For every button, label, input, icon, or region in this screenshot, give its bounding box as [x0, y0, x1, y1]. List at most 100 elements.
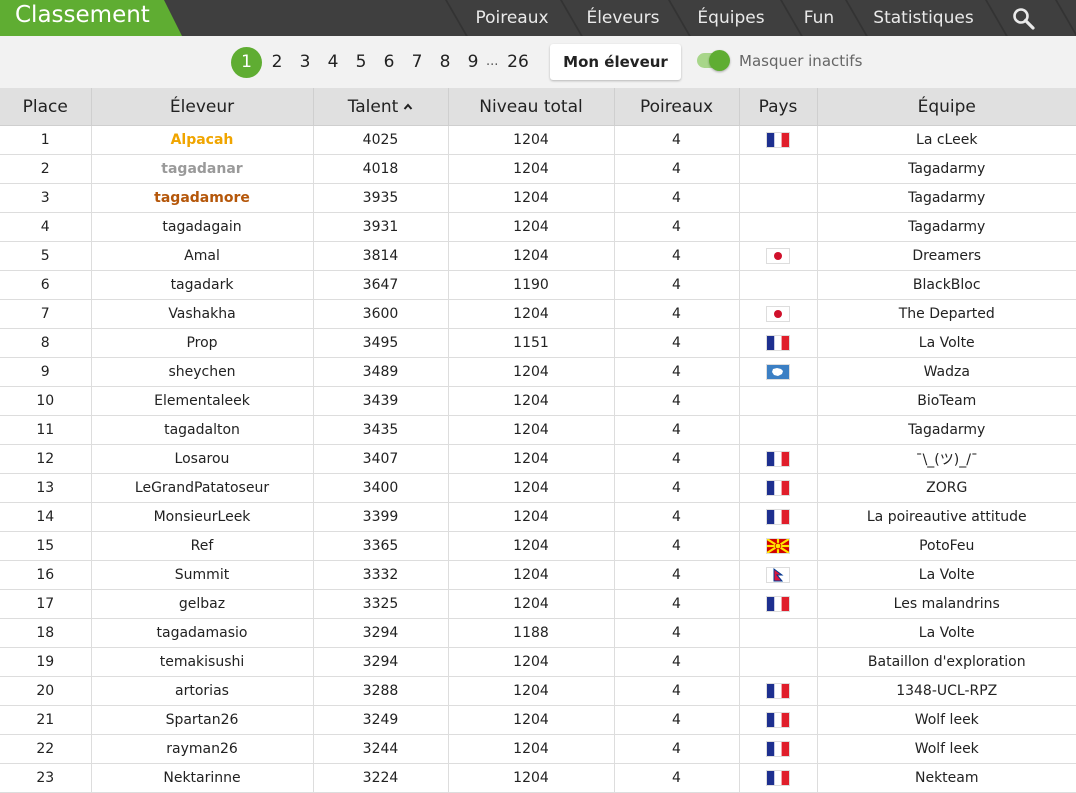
cell-country — [739, 328, 818, 358]
cell-breeder-link[interactable]: gelbaz — [91, 589, 314, 619]
page-6[interactable]: 6 — [377, 50, 401, 74]
cell-leek-count: 4 — [614, 212, 740, 242]
search-button[interactable] — [1000, 0, 1048, 36]
cell-breeder-link[interactable]: Nektarinne — [91, 763, 314, 793]
table-row: 17 gelbaz 3325 1204 4 Les malandrins — [0, 589, 1076, 619]
cell-team-link[interactable]: La Volte — [817, 560, 1076, 590]
cell-breeder-link[interactable]: Alpacah — [91, 125, 314, 155]
hide-inactive-toggle[interactable] — [697, 50, 730, 71]
cell-breeder-link[interactable]: rayman26 — [91, 734, 314, 764]
japan-flag-icon — [766, 306, 790, 322]
cell-breeder-link[interactable]: tagadamore — [91, 183, 314, 213]
nav-equipes[interactable]: Équipes — [683, 0, 779, 36]
page-3[interactable]: 3 — [293, 50, 317, 74]
cell-team-link[interactable]: Bataillon d'exploration — [817, 647, 1076, 677]
cell-breeder-link[interactable]: tagadark — [91, 270, 314, 300]
nav-fun[interactable]: Fun — [793, 0, 845, 36]
cell-team-link[interactable]: Dreamers — [817, 241, 1076, 271]
cell-breeder-link[interactable]: temakisushi — [91, 647, 314, 677]
cell-talent: 3332 — [313, 560, 449, 590]
column-header-talent[interactable]: Talent — [313, 88, 449, 126]
cell-breeder-link[interactable]: MonsieurLeek — [91, 502, 314, 532]
page-9[interactable]: 9 — [461, 50, 485, 74]
table-row: 20 artorias 3288 1204 4 1348-UCL-RPZ — [0, 676, 1076, 706]
cell-place: 21 — [0, 705, 92, 735]
cell-team-link[interactable]: Wolf leek — [817, 705, 1076, 735]
column-header-eleveur[interactable]: Éleveur — [91, 88, 314, 126]
cell-place: 5 — [0, 241, 92, 271]
cell-breeder-link[interactable]: tagadalton — [91, 415, 314, 445]
cell-breeder-link[interactable]: Summit — [91, 560, 314, 590]
cell-breeder-link[interactable]: Losarou — [91, 444, 314, 474]
cell-breeder-link[interactable]: Amal — [91, 241, 314, 271]
cell-team-link[interactable]: Nekteam — [817, 763, 1076, 793]
cell-breeder-link[interactable]: LeGrandPatatoseur — [91, 473, 314, 503]
nav-statistiques[interactable]: Statistiques — [860, 0, 987, 36]
cell-team-link[interactable]: Wolf leek — [817, 734, 1076, 764]
cell-total-level: 1204 — [448, 154, 615, 184]
cell-team-link[interactable]: La Volte — [817, 328, 1076, 358]
cell-leek-count: 4 — [614, 270, 740, 300]
cell-team-link[interactable]: Tagadarmy — [817, 183, 1076, 213]
cell-total-level: 1204 — [448, 241, 615, 271]
cell-team-link[interactable]: Tagadarmy — [817, 212, 1076, 242]
nav-poireaux[interactable]: Poireaux — [462, 0, 562, 36]
column-header-pays[interactable]: Pays — [739, 88, 818, 126]
cell-team-link[interactable]: PotoFeu — [817, 531, 1076, 561]
cell-team-link[interactable]: ZORG — [817, 473, 1076, 503]
page-5[interactable]: 5 — [349, 50, 373, 74]
cell-breeder-link[interactable]: Spartan26 — [91, 705, 314, 735]
cell-team-link[interactable]: ¯\_(ツ)_/¯ — [817, 444, 1076, 474]
nav-eleveurs[interactable]: Éleveurs — [577, 0, 669, 36]
cell-total-level: 1188 — [448, 618, 615, 648]
cell-breeder-link[interactable]: Ref — [91, 531, 314, 561]
cell-team-link[interactable]: BioTeam — [817, 386, 1076, 416]
cell-team-link[interactable]: BlackBloc — [817, 270, 1076, 300]
cell-leek-count: 4 — [614, 705, 740, 735]
cell-team-link[interactable]: Tagadarmy — [817, 415, 1076, 445]
cell-team-link[interactable]: Les malandrins — [817, 589, 1076, 619]
cell-place: 13 — [0, 473, 92, 503]
cell-team-link[interactable]: Wadza — [817, 357, 1076, 387]
cell-breeder-link[interactable]: tagadamasio — [91, 618, 314, 648]
cell-leek-count: 4 — [614, 473, 740, 503]
page-4[interactable]: 4 — [321, 50, 345, 74]
cell-total-level: 1204 — [448, 763, 615, 793]
cell-talent: 3400 — [313, 473, 449, 503]
cell-country — [739, 502, 818, 532]
column-header-place[interactable]: Place — [0, 88, 92, 126]
cell-team-link[interactable]: The Departed — [817, 299, 1076, 329]
cell-breeder-link[interactable]: sheychen — [91, 357, 314, 387]
cell-breeder-link[interactable]: Prop — [91, 328, 314, 358]
cell-country — [739, 183, 818, 213]
column-header-equipe[interactable]: Équipe — [817, 88, 1076, 126]
table-row: 7 Vashakha 3600 1204 4 The Departed — [0, 299, 1076, 329]
cell-breeder-link[interactable]: artorias — [91, 676, 314, 706]
cell-team-link[interactable]: La poireautive attitude — [817, 502, 1076, 532]
cell-breeder-link[interactable]: tagadagain — [91, 212, 314, 242]
cell-talent: 3294 — [313, 647, 449, 677]
page-8[interactable]: 8 — [433, 50, 457, 74]
column-header-niveau[interactable]: Niveau total — [448, 88, 615, 126]
page-2[interactable]: 2 — [265, 50, 289, 74]
cell-place: 12 — [0, 444, 92, 474]
cell-breeder-link[interactable]: Vashakha — [91, 299, 314, 329]
cell-total-level: 1204 — [448, 357, 615, 387]
france-flag-icon — [766, 509, 790, 525]
mon-eleveur-button[interactable]: Mon éleveur — [550, 44, 681, 80]
page-last[interactable]: 26 — [505, 50, 531, 74]
cell-country — [739, 444, 818, 474]
column-header-poireaux[interactable]: Poireaux — [614, 88, 740, 126]
cell-team-link[interactable]: La cLeek — [817, 125, 1076, 155]
cell-breeder-link[interactable]: Elementaleek — [91, 386, 314, 416]
cell-team-link[interactable]: Tagadarmy — [817, 154, 1076, 184]
cell-leek-count: 4 — [614, 618, 740, 648]
page-1[interactable]: 1 — [231, 47, 262, 78]
cell-team-link[interactable]: 1348-UCL-RPZ — [817, 676, 1076, 706]
france-flag-icon — [766, 770, 790, 786]
cell-leek-count: 4 — [614, 299, 740, 329]
cell-place: 10 — [0, 386, 92, 416]
cell-team-link[interactable]: La Volte — [817, 618, 1076, 648]
page-7[interactable]: 7 — [405, 50, 429, 74]
cell-breeder-link[interactable]: tagadanar — [91, 154, 314, 184]
